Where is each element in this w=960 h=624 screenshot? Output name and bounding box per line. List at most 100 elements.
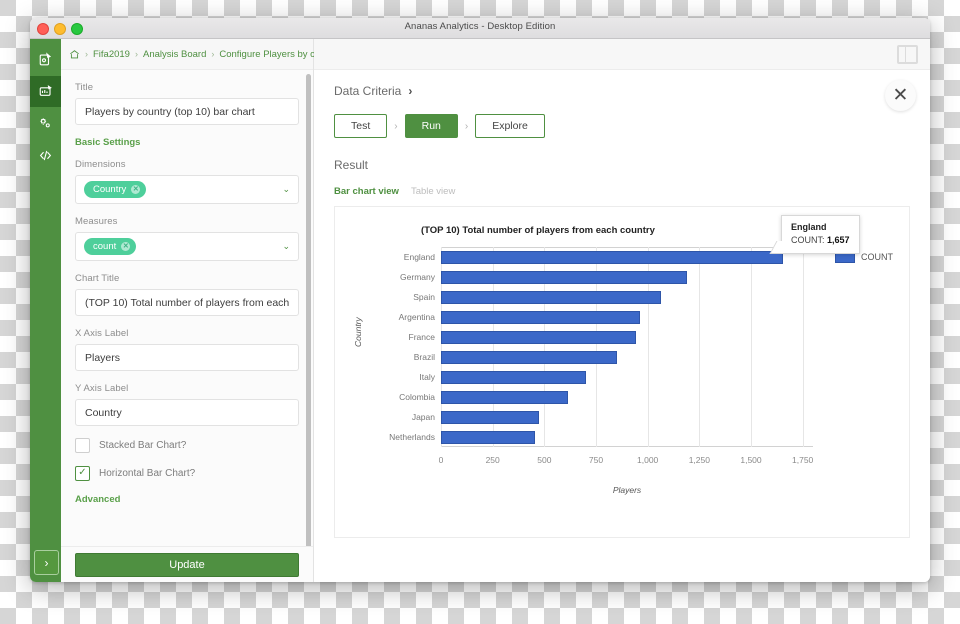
stacked-bar-checkbox[interactable]: [75, 438, 90, 453]
gears-icon[interactable]: [30, 108, 61, 139]
stacked-bar-row[interactable]: Stacked Bar Chart?: [75, 438, 299, 453]
view-tabs: Bar chart view Table view: [334, 186, 910, 197]
y-tick-italy: Italy: [419, 372, 435, 382]
advanced-heading[interactable]: Advanced: [75, 494, 299, 505]
breadcrumb-item-1[interactable]: Analysis Board: [143, 49, 206, 60]
measures-label: Measures: [75, 216, 118, 227]
tooltip-tail: [769, 241, 790, 254]
chevron-down-icon[interactable]: ⌄: [282, 241, 290, 252]
grid-line: [751, 247, 752, 447]
window-body: › › Fifa2019 › Analysis Board › Configur…: [30, 39, 930, 582]
y-tick-england: England: [403, 252, 435, 262]
bar-spain[interactable]: [441, 290, 662, 304]
step-buttons: Test › Run › Explore: [334, 114, 910, 138]
data-criteria-title: Data Criteria: [334, 84, 402, 98]
app-window: Ananas Analytics - Desktop Edition › › F…: [30, 18, 930, 582]
update-button[interactable]: Update: [75, 553, 299, 577]
y-tick-france: France: [408, 332, 435, 342]
tooltip-value: COUNT: 1,657: [791, 234, 850, 247]
x-axis-title: Players: [612, 485, 642, 495]
bar-england[interactable]: [441, 250, 784, 264]
bar-argentina[interactable]: [441, 310, 641, 324]
bar-colombia[interactable]: [441, 390, 569, 404]
grid-line: [699, 247, 701, 447]
main-content: Data Criteria › ✕ Test › Run › Explore R…: [314, 39, 930, 582]
tab-table-view[interactable]: Table view: [411, 186, 455, 197]
plot-area: [441, 247, 813, 447]
step-separator: ›: [394, 120, 398, 132]
update-bar: Update: [61, 546, 313, 582]
horizontal-bar-label: Horizontal Bar Chart?: [99, 468, 196, 479]
breadcrumb: › Fifa2019 › Analysis Board › Configure …: [61, 39, 417, 70]
basic-settings-heading: Basic Settings: [75, 137, 141, 148]
chip-remove-icon[interactable]: ✕: [121, 242, 131, 251]
data-criteria-header[interactable]: Data Criteria ›: [334, 84, 910, 98]
icon-rail: ›: [30, 39, 61, 582]
y-tick-brazil: Brazil: [413, 352, 435, 362]
pipeline-icon[interactable]: [30, 44, 61, 75]
chevron-down-icon[interactable]: ⌄: [282, 184, 290, 195]
plot-top-border: [441, 247, 813, 248]
breadcrumb-separator: ›: [211, 49, 215, 59]
main-toolbar: [314, 39, 930, 70]
x-tick-0: 0: [438, 455, 444, 465]
x-tick-750: 750: [588, 455, 604, 465]
title-input[interactable]: Players by country (top 10) bar chart: [75, 98, 299, 125]
x-tick-1250: 1,250: [688, 455, 710, 465]
y-tick-argentina: Argentina: [398, 312, 435, 322]
y-tick-netherlands: Netherlands: [389, 432, 435, 442]
x-axis-label-input[interactable]: Players: [75, 344, 299, 371]
chip-label: Country: [93, 184, 127, 195]
tooltip-title: England: [791, 222, 827, 232]
result-heading: Result: [334, 158, 369, 172]
x-tick-500: 500: [537, 455, 552, 465]
dimension-chip-country[interactable]: Country ✕: [84, 181, 147, 198]
expand-sidebar-button[interactable]: ›: [34, 550, 59, 575]
grid-line: [802, 247, 804, 447]
tab-bar-chart-view[interactable]: Bar chart view: [334, 186, 399, 197]
x-axis-label-label: X Axis Label: [75, 328, 129, 339]
chart-title-input[interactable]: (TOP 10) Total number of players from ea…: [75, 289, 299, 316]
y-axis-label-label: Y Axis Label: [75, 383, 129, 394]
y-tick-germany: Germany: [400, 272, 435, 282]
settings-panel: › Fifa2019 › Analysis Board › Configure …: [61, 39, 417, 582]
x-axis-line: [441, 446, 813, 447]
stacked-bar-label: Stacked Bar Chart?: [99, 440, 187, 451]
run-button[interactable]: Run: [404, 114, 458, 138]
x-tick-1750: 1,750: [792, 455, 814, 465]
bar-germany[interactable]: [441, 270, 687, 284]
title-bar: Ananas Analytics - Desktop Edition: [30, 18, 930, 39]
y-tick-japan: Japan: [411, 412, 435, 422]
bar-netherlands[interactable]: [441, 430, 536, 444]
breadcrumb-item-0[interactable]: Fifa2019: [93, 49, 130, 60]
home-icon[interactable]: [69, 49, 80, 60]
dimensions-label: Dimensions: [75, 159, 126, 170]
y-tick-spain: Spain: [413, 292, 435, 302]
measure-chip-count[interactable]: count ✕: [84, 238, 137, 255]
code-icon[interactable]: [30, 140, 61, 171]
settings-scrollbar[interactable]: [306, 74, 311, 546]
split-view-icon[interactable]: [897, 45, 918, 64]
dimensions-select[interactable]: Country ✕ ⌄: [75, 175, 299, 204]
x-tick-250: 250: [485, 455, 500, 465]
bar-brazil[interactable]: [441, 350, 617, 364]
y-axis-label-input[interactable]: Country: [75, 399, 299, 426]
chip-remove-icon[interactable]: ✕: [131, 185, 141, 194]
horizontal-bar-checkbox[interactable]: ✓: [75, 466, 90, 481]
test-button[interactable]: Test: [334, 114, 388, 138]
chart-tooltip: England COUNT: 1,657: [769, 215, 860, 254]
explore-button[interactable]: Explore: [475, 114, 545, 138]
close-button[interactable]: ✕: [885, 80, 916, 111]
measures-select[interactable]: count ✕ ⌄: [75, 232, 299, 261]
bar-japan[interactable]: [441, 410, 540, 424]
legend-label: COUNT: [861, 252, 893, 262]
bar-italy[interactable]: [441, 370, 586, 384]
horizontal-bar-row[interactable]: ✓ Horizontal Bar Chart?: [75, 466, 299, 481]
chart-board-icon[interactable]: [30, 76, 61, 107]
title-field-label: Title: [75, 82, 94, 93]
breadcrumb-separator: ›: [134, 49, 138, 59]
x-tick-1000: 1,000: [637, 455, 659, 465]
chevron-right-icon[interactable]: ›: [408, 84, 412, 98]
bar-france[interactable]: [441, 330, 637, 344]
window-title: Ananas Analytics - Desktop Edition: [404, 21, 556, 32]
